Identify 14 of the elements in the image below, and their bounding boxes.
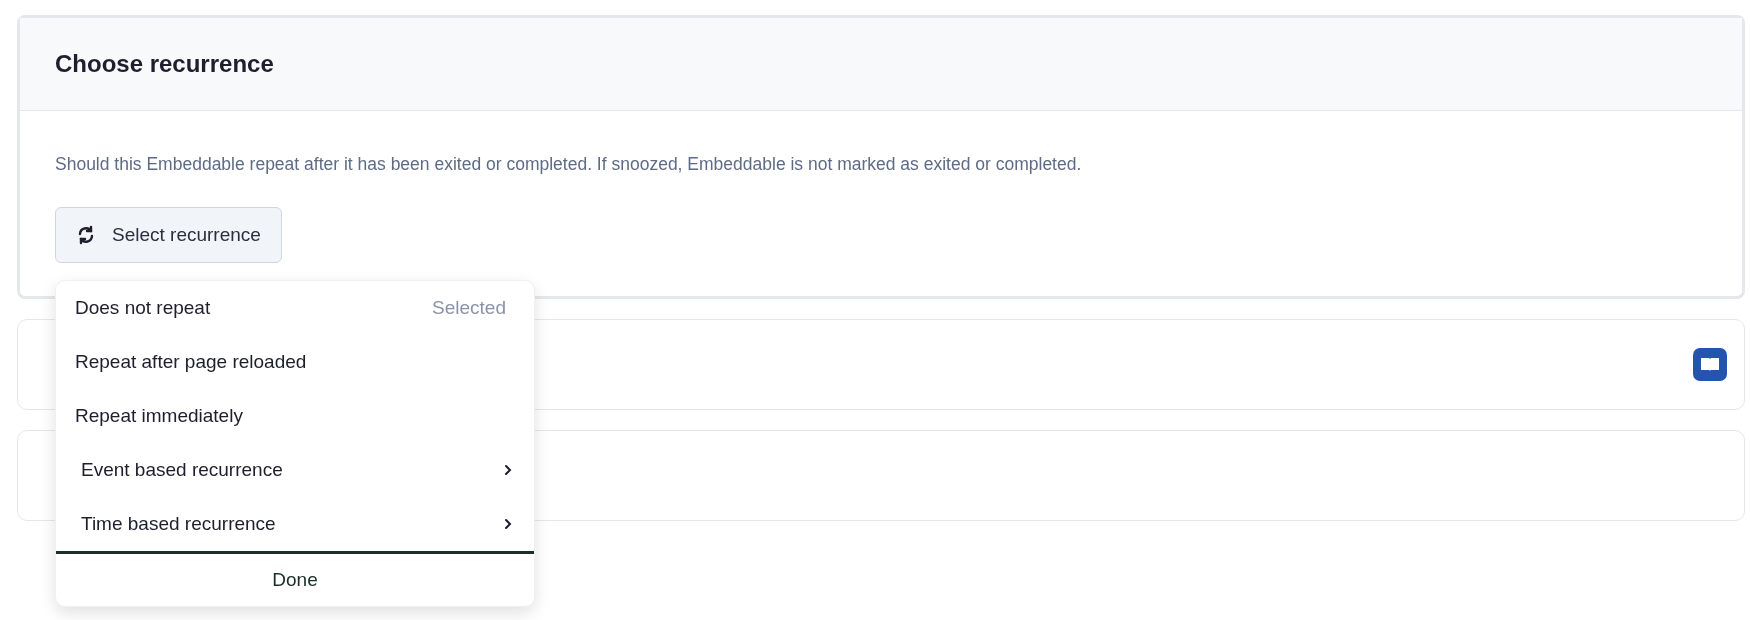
menu-item[interactable]: Time based recurrence (56, 497, 534, 551)
menu-item[interactable]: Repeat immediately (56, 389, 534, 443)
card-title: Choose recurrence (55, 49, 274, 79)
selected-label: Selected (432, 295, 506, 320)
done-button[interactable]: Done (56, 551, 534, 606)
menu-item[interactable]: Does not repeat Selected (56, 281, 534, 335)
description-text: Should this Embeddable repeat after it has been exited or completed. If snoozed, Embeddable is not marked as exited or completed. (55, 153, 1083, 176)
book-icon[interactable] (1693, 348, 1727, 382)
chevron-right-icon (504, 464, 512, 476)
chevron-right-icon (504, 518, 512, 530)
select-recurrence-button[interactable]: Select recurrence (55, 207, 282, 264)
menu-item[interactable]: Repeat after page reloaded (56, 335, 534, 389)
refresh-icon (76, 225, 96, 246)
menu-item[interactable]: Event based recurrence (56, 443, 534, 497)
